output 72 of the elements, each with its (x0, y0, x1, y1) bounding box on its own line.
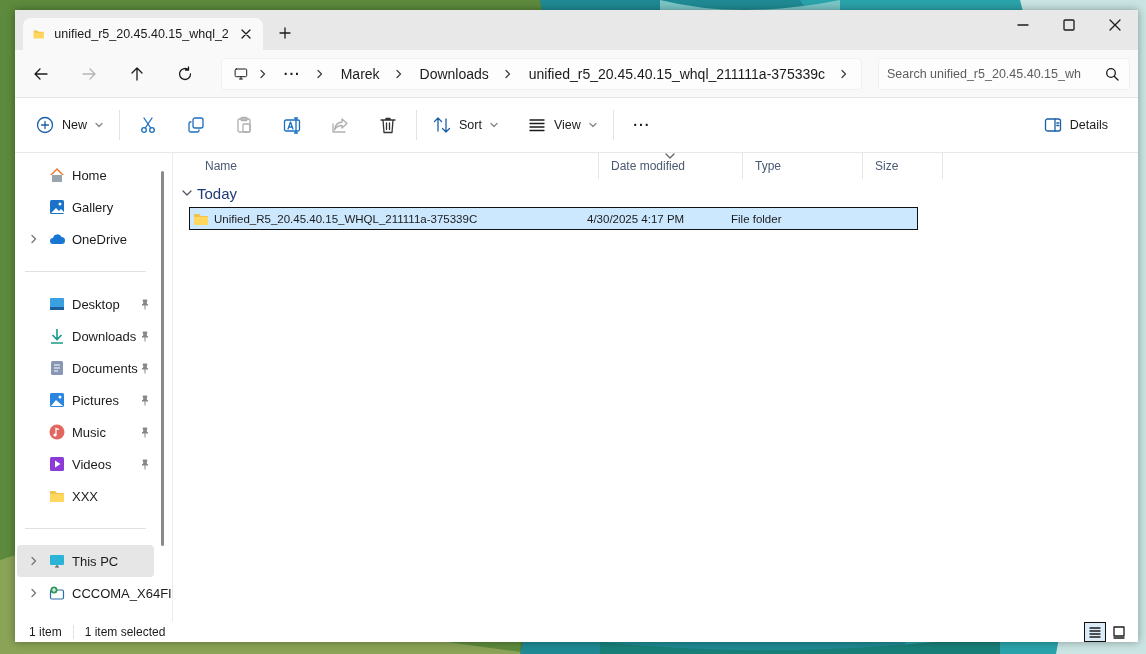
video-icon (49, 456, 65, 472)
monitor-icon (234, 65, 248, 82)
search-icon (1105, 66, 1119, 81)
sidebar-item[interactable]: Desktop (17, 288, 154, 320)
file-name: Unified_R5_20.45.40.15_WHQL_211111a-375339C (214, 212, 478, 225)
refresh-icon (177, 65, 193, 82)
cloud-icon (49, 231, 65, 247)
details-button[interactable]: Details (1035, 108, 1116, 142)
trash-icon (379, 116, 397, 134)
folder-icon (49, 488, 65, 504)
panel-icon (1043, 117, 1062, 133)
drive-icon (49, 585, 65, 601)
gallery-icon (49, 199, 65, 215)
up-arrow-icon (129, 65, 145, 82)
new-button[interactable]: New (28, 108, 111, 142)
file-row[interactable]: Unified_R5_20.45.40.15_WHQL_211111a-375339C 4/30/2025 4:17 PM File folder (189, 207, 918, 230)
view-button[interactable]: View (519, 108, 605, 142)
sidebar-item[interactable]: XXX (17, 480, 154, 512)
music-icon (49, 424, 65, 440)
sidebar-item[interactable]: Downloads (17, 320, 154, 352)
sidebar-item[interactable]: This PC (17, 545, 154, 577)
sort-icon (433, 116, 451, 134)
type-cell-text: File folder (731, 212, 783, 225)
rename-icon (283, 116, 301, 134)
breadcrumb[interactable]: unified_r5_20.45.40.15_whql_211111a-375339c (524, 65, 830, 82)
breadcrumb[interactable]: Marek (336, 65, 384, 82)
caret-down-icon (588, 121, 597, 129)
list-icon (1088, 625, 1102, 639)
date-cell-text: 4/30/2025 4:17 PM (587, 212, 686, 225)
lines-icon (527, 116, 546, 134)
sidebar-item[interactable]: Gallery (17, 191, 154, 223)
scissors-icon (139, 116, 157, 134)
maximize-icon (1063, 19, 1075, 31)
picture-icon (49, 392, 65, 408)
download-icon (49, 328, 65, 344)
monitor-icon (49, 553, 65, 569)
close-icon (1109, 19, 1121, 31)
address-bar[interactable]: ··· Marek Downloads unified_r5_20.45.40.15_whql_211111a-375339c (221, 57, 862, 90)
sidebar-item[interactable]: OneDrive (17, 223, 154, 255)
close-icon (240, 29, 251, 39)
group-header[interactable]: Today (173, 179, 261, 207)
column-header[interactable]: Type (743, 153, 863, 179)
details-view-button[interactable] (1084, 622, 1106, 642)
home-icon (49, 167, 65, 183)
sidebar-item[interactable]: Music (17, 416, 154, 448)
breadcrumb[interactable]: Downloads (415, 65, 493, 82)
column-header[interactable]: Name (193, 153, 599, 179)
sidebar-item[interactable]: Videos (17, 448, 154, 480)
column-header[interactable]: Date modified (599, 153, 743, 179)
sidebar-item[interactable]: Pictures (17, 384, 154, 416)
plus-circle-icon (36, 116, 54, 134)
caret-down-icon (95, 121, 103, 129)
tile-icon (1112, 625, 1126, 639)
selection-count: 1 item selected (72, 625, 177, 639)
sidebar-item[interactable]: Documents (17, 352, 154, 384)
plus-icon (279, 27, 291, 39)
sidebar-item[interactable]: Home (17, 159, 154, 191)
scrollbar[interactable] (161, 171, 164, 546)
document-icon (49, 360, 65, 376)
tab[interactable]: unified_r5_20.45.40.15_whql_2 (23, 18, 263, 50)
sidebar-item[interactable]: CCCOMA_X64FI (17, 577, 172, 609)
more-path-button[interactable]: ··· (279, 65, 305, 82)
caret-down-icon (489, 121, 498, 129)
item-count: 1 item (29, 625, 63, 639)
copy-icon (187, 116, 205, 134)
column-header[interactable]: Size (863, 153, 943, 179)
desktop-icon (49, 296, 65, 312)
more-button[interactable]: ··· (621, 108, 662, 142)
search-field[interactable]: Search unified_r5_20.45.40.15_wh (878, 57, 1130, 90)
sort-button[interactable]: Sort (425, 108, 506, 142)
clipboard-icon (235, 116, 253, 134)
share-icon (331, 116, 349, 134)
